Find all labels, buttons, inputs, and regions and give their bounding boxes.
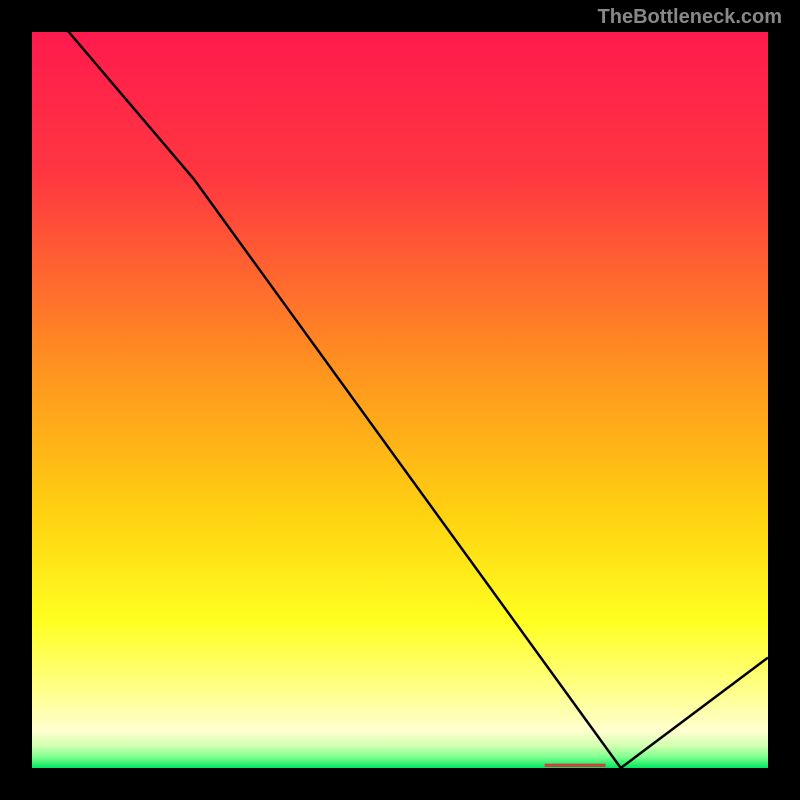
chart-area: ▬▬▬▬▬▬ — [30, 30, 770, 770]
chart-line — [32, 32, 768, 768]
data-marker: ▬▬▬▬▬▬ — [545, 758, 605, 770]
watermark-text: TheBottleneck.com — [598, 6, 782, 29]
